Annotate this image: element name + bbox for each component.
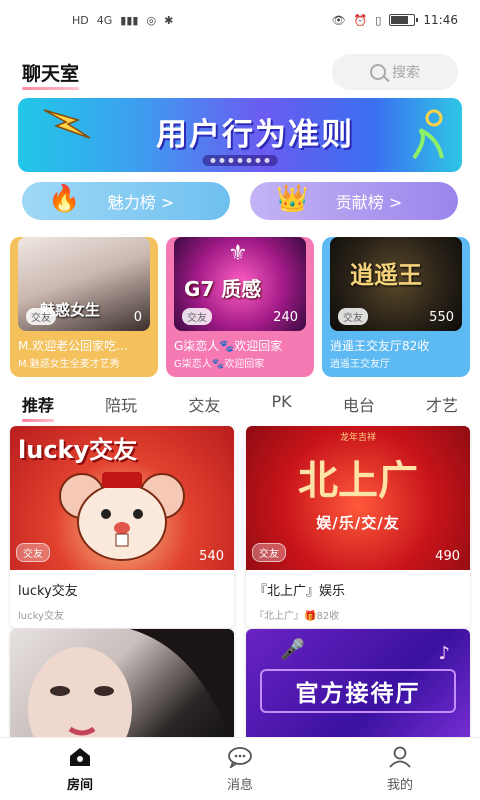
search-input[interactable]: 搜索 xyxy=(332,54,458,90)
microphone-icon: 🎤 xyxy=(280,637,305,661)
portrait-image xyxy=(28,629,234,749)
profile-icon xyxy=(389,746,411,768)
room-hot-count: 0 xyxy=(133,310,142,325)
room-tag: 交友 xyxy=(26,308,56,325)
signal-icon: ▮▮▮ xyxy=(120,13,139,27)
room-subtitle: 『北上广』🎁82收 xyxy=(254,611,340,622)
room-tag: 交友 xyxy=(182,308,212,325)
room-tag: 交友 xyxy=(16,543,50,562)
search-placeholder: 搜索 xyxy=(392,65,420,81)
bottom-nav: 房间 消息 我的 xyxy=(0,737,480,800)
room-cover-subtext: 娱/乐/交/友 xyxy=(316,514,400,532)
banner-text: 用户行为准则 xyxy=(156,116,354,153)
room-hot-count: 540 xyxy=(199,549,224,564)
room-cover-text: lucky交友 xyxy=(18,436,138,464)
status-left: HD 4G ▮▮▮ ◎ ✱ xyxy=(72,14,173,27)
featured-room-subtitle: M.魅惑女生全麦才艺秀 xyxy=(18,359,120,370)
contribution-rank-button[interactable]: 👑 贡献榜 > xyxy=(250,182,458,220)
room-hot-count: 550 xyxy=(429,310,454,325)
lightning-icon xyxy=(43,109,91,139)
room-title: lucky交友 xyxy=(18,584,78,599)
room-card[interactable]: lucky交友 交友 540 lucky交友 lucky交友 xyxy=(10,426,234,628)
swirl-decoration xyxy=(412,109,444,160)
featured-room-thumbnail: ⚜ G7 质感 交友 240 xyxy=(174,237,306,331)
room-tag: 交友 xyxy=(338,308,368,325)
charm-rank-label: 魅力榜 > xyxy=(107,193,175,212)
mouse-mascot-image xyxy=(59,472,185,561)
home-icon xyxy=(70,747,90,766)
battery-icon xyxy=(389,14,419,26)
room-cover: 🎤 ♪ 官方接待厅 xyxy=(246,629,470,749)
room-cover-caption: 龙年吉祥 xyxy=(339,433,376,443)
featured-room-title: G柒恋人🐾欢迎回家 xyxy=(174,339,283,353)
room-cover-text: 官方接待厅 xyxy=(260,669,456,713)
tab-friends[interactable]: 交友 xyxy=(188,392,220,420)
tab-companion[interactable]: 陪玩 xyxy=(105,392,137,420)
room-subtitle: lucky交友 xyxy=(18,611,64,622)
room-cover: 龙年吉祥 北上广 娱/乐/交/友 交友 490 xyxy=(246,426,470,570)
room-card[interactable]: 龙年吉祥 北上广 娱/乐/交/友 交友 490 『北上广』娱乐 『北上广』🎁82… xyxy=(246,426,470,628)
room-cover: lucky交友 交友 540 xyxy=(10,426,234,570)
rank-row: 🔥 魅力榜 > 👑 贡献榜 > xyxy=(22,182,458,220)
room-card[interactable] xyxy=(10,629,234,749)
room-hot-count: 490 xyxy=(435,549,460,564)
status-time: 11:46 xyxy=(423,13,458,27)
status-right: 👁 ⏰ ▯ 11:46 xyxy=(332,13,458,27)
featured-room-title: 逍遥王交友厅82收 xyxy=(330,339,430,353)
featured-room-art-text: 逍遥王 xyxy=(350,261,422,289)
hd-icon: HD xyxy=(72,13,89,27)
room-cover-text: 北上广 xyxy=(298,458,418,504)
page-title: 聊天室 xyxy=(22,59,80,90)
alarm-icon: ⏰ xyxy=(353,13,368,27)
eye-icon: 👁 xyxy=(331,13,346,27)
flame-icon: 🔥 xyxy=(48,184,81,214)
banner-pagination xyxy=(202,155,278,166)
featured-room-thumbnail: 逍遥王 交友 550 xyxy=(330,237,462,331)
featured-room-card[interactable]: 魅惑女生 交友 0 M.欢迎老公回家吃... M.魅惑女生全麦才艺秀 xyxy=(10,237,158,377)
category-tabs: 推荐 陪玩 交友 PK 电台 才艺 xyxy=(22,392,458,422)
wechat-icon: ◎ xyxy=(146,13,157,27)
music-note-icon: ♪ xyxy=(438,643,451,664)
contribution-rank-label: 贡献榜 > xyxy=(335,193,403,212)
message-icon xyxy=(228,746,252,768)
featured-room-title: M.欢迎老公回家吃... xyxy=(18,339,128,353)
search-icon xyxy=(370,64,386,80)
tab-radio[interactable]: 电台 xyxy=(343,392,375,420)
network-icon: 4G xyxy=(96,13,113,27)
nav-messages-label: 消息 xyxy=(226,777,253,793)
nav-messages[interactable]: 消息 xyxy=(180,746,300,793)
room-cover xyxy=(10,629,234,749)
nav-profile[interactable]: 我的 xyxy=(340,746,460,793)
status-bar: HD 4G ▮▮▮ ◎ ✱ 👁 ⏰ ▯ 11:46 xyxy=(0,0,480,40)
banner-user-guidelines[interactable]: 用户行为准则 xyxy=(18,98,462,172)
featured-room-subtitle: G柒恋人🐾欢迎回家 xyxy=(174,359,265,370)
nav-rooms[interactable]: 房间 xyxy=(20,746,140,793)
featured-rooms: 魅惑女生 交友 0 M.欢迎老公回家吃... M.魅惑女生全麦才艺秀 ⚜ G7 … xyxy=(10,237,480,377)
featured-room-card[interactable]: ⚜ G7 质感 交友 240 G柒恋人🐾欢迎回家 G柒恋人🐾欢迎回家 xyxy=(166,237,314,377)
room-card[interactable]: 🎤 ♪ 官方接待厅 xyxy=(246,629,470,749)
room-hot-count: 240 xyxy=(273,310,298,325)
featured-room-thumbnail: 魅惑女生 交友 0 xyxy=(18,237,150,331)
vibrate-icon: ▯ xyxy=(375,13,382,27)
nav-profile-label: 我的 xyxy=(386,777,413,793)
featured-room-subtitle: 逍遥王交友厅 xyxy=(330,359,390,370)
fleur-icon: ⚜ xyxy=(228,241,248,266)
notification-icon: ✱ xyxy=(164,13,174,27)
charm-rank-button[interactable]: 🔥 魅力榜 > xyxy=(22,182,230,220)
featured-room-card[interactable]: 逍遥王 交友 550 逍遥王交友厅82收 逍遥王交友厅 xyxy=(322,237,470,377)
tab-pk[interactable]: PK xyxy=(272,392,292,420)
room-tag: 交友 xyxy=(252,543,286,562)
header: 聊天室 搜索 xyxy=(22,52,458,92)
tab-talent[interactable]: 才艺 xyxy=(426,392,458,420)
crown-icon: 👑 xyxy=(276,184,309,214)
tab-recommend[interactable]: 推荐 xyxy=(22,392,55,422)
nav-rooms-label: 房间 xyxy=(66,777,93,793)
room-title: 『北上广』娱乐 xyxy=(254,584,346,599)
featured-room-art-text: G7 质感 xyxy=(184,277,262,301)
